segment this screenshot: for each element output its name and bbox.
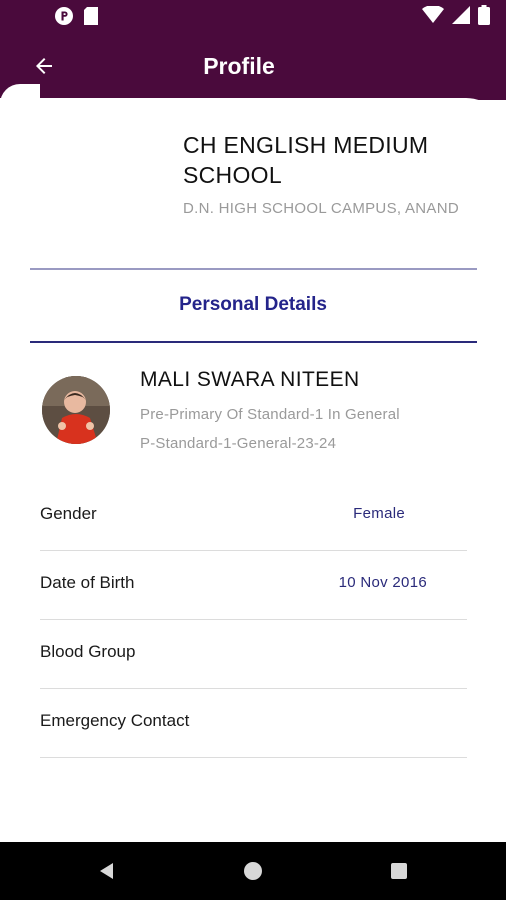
status-left-icons [54,6,98,26]
detail-label: Emergency Contact [40,711,190,730]
detail-label: Blood Group [40,642,136,661]
page-title: Profile [203,53,275,79]
student-name: MALI SWARA NITEEN [140,368,360,391]
student-class: Pre-Primary Of Standard-1 In General [140,406,400,423]
wifi-icon [422,6,444,23]
detail-label: Gender [40,504,97,523]
signal-icon [452,6,470,24]
recents-square-icon [391,863,407,879]
section-divider-top [30,268,477,270]
detail-row-emergency-contact: Emergency Contact [40,689,467,758]
school-address: D.N. HIGH SCHOOL CAMPUS, ANAND [183,200,459,217]
section-title-personal-details: Personal Details [179,294,327,315]
nav-home-button[interactable] [238,856,268,886]
app-header: Profile [0,0,506,100]
home-circle-icon [244,862,262,880]
detail-label: Date of Birth [40,573,135,592]
student-avatar [42,376,110,444]
nav-recents-button[interactable] [384,856,414,886]
student-division: P-Standard-1-General-23-24 [140,435,337,452]
battery-icon [478,5,490,25]
school-name: CH ENGLISH MEDIUM SCHOOL [183,132,429,188]
detail-value: Female [353,505,405,522]
status-bar [0,0,506,34]
detail-row-gender: Gender Female [40,482,467,551]
back-triangle-icon [100,863,113,879]
detail-row-blood-group: Blood Group [40,620,467,689]
detail-value: 10 Nov 2016 [338,574,427,591]
section-divider-bottom [30,341,477,343]
system-nav-bar [0,842,506,900]
nav-back-button[interactable] [92,856,122,886]
sd-card-icon [84,7,98,25]
notification-p-icon [55,7,73,25]
detail-row-date-of-birth: Date of Birth 10 Nov 2016 [40,551,467,620]
student-photo-icon [42,376,110,444]
status-right-icons [422,5,490,25]
